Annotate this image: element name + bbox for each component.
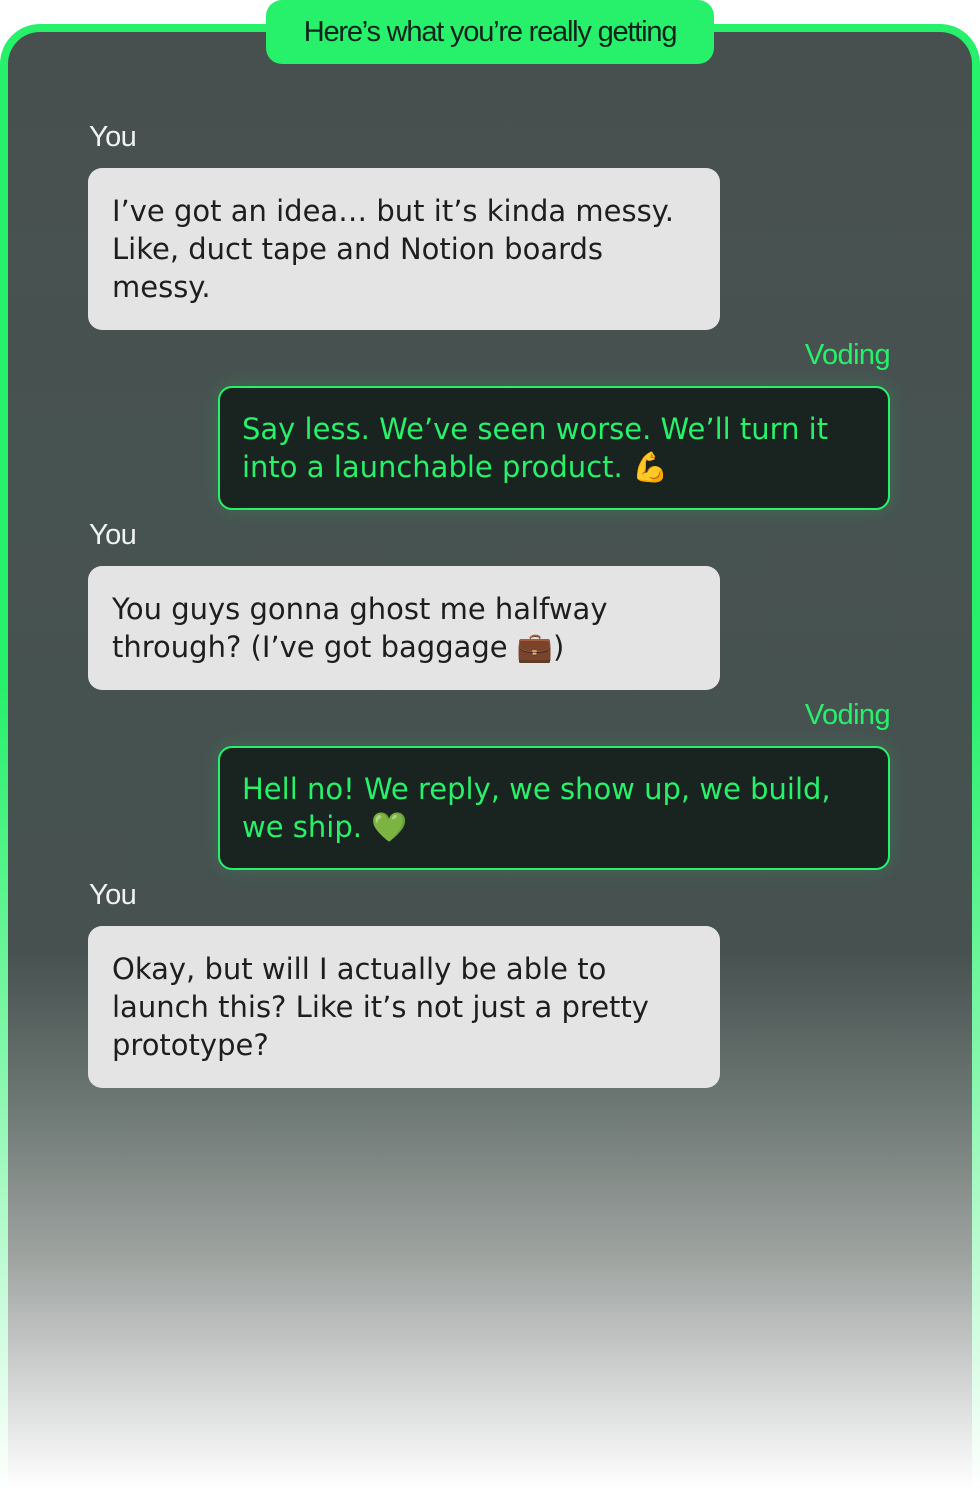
message-bubble-voding: Hell no! We reply, we show up, we build,… [218,746,890,870]
message-bubble-user: You guys gonna ghost me halfway through?… [88,566,720,690]
sender-label-voding: Voding [804,699,891,731]
message-bubble-user: I’ve got an idea… but it’s kinda messy. … [88,168,720,330]
green-heart-icon: 💚 [371,810,408,844]
message-bubble-user: Okay, but will I actually be able to lau… [88,926,720,1088]
sender-label-voding: Voding [804,339,891,371]
message-text: I’ve got an idea… but it’s kinda messy. … [112,194,674,304]
sender-label-you: You [89,519,137,551]
sender-label-you: You [89,121,137,153]
message-bubble-voding: Say less. We’ve seen worse. We’ll turn i… [218,386,890,510]
header-pill: Here’s what you’re really getting [266,0,714,64]
message-text-suffix: ) [552,630,565,664]
header-title: Here’s what you’re really getting [303,15,678,48]
message-text: Say less. We’ve seen worse. We’ll turn i… [242,412,829,484]
briefcase-icon: 💼 [516,630,553,664]
sender-label-you: You [89,879,137,911]
message-text: Hell no! We reply, we show up, we build,… [242,772,831,844]
message-text: Okay, but will I actually be able to lau… [112,952,649,1062]
flexed-biceps-icon: 💪 [631,450,669,484]
